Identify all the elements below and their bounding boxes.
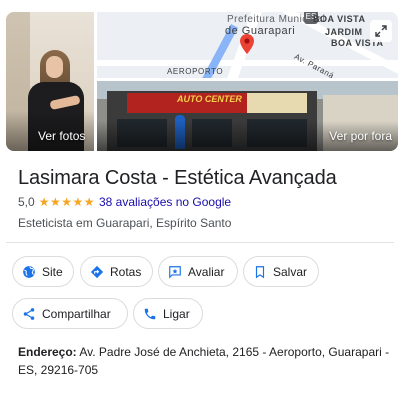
directions-button[interactable]: Rotas — [80, 256, 153, 287]
map-label: de Guarapari — [225, 25, 296, 37]
street-view-link[interactable]: Ver por fora — [329, 129, 392, 143]
reviews-link[interactable]: 38 avaliações no Google — [99, 194, 231, 210]
rating-row: 5,0 ★★★★★ 38 avaliações no Google — [18, 194, 231, 210]
storefront-banner — [247, 93, 307, 113]
divider — [6, 242, 394, 243]
website-button[interactable]: Site — [12, 256, 74, 287]
review-icon — [169, 265, 181, 279]
view-photos-link[interactable]: Ver fotos — [38, 129, 85, 143]
map-label: JARDIM — [325, 27, 363, 37]
bookmark-icon — [255, 265, 265, 278]
business-photo[interactable]: Ver fotos — [6, 12, 94, 151]
share-button-label: Compartilhar — [42, 306, 111, 321]
map-thumbnail[interactable]: Prefeitura Municipal de Guarapari ES BOA… — [97, 12, 398, 78]
call-button-label: Ligar — [163, 306, 190, 321]
phone-icon — [144, 308, 156, 319]
map-district-label: AEROPORTO — [167, 67, 224, 76]
directions-button-label: Rotas — [110, 264, 142, 279]
business-name: Lasimara Costa - Estética Avançada — [18, 167, 337, 189]
map-road — [97, 60, 398, 66]
website-button-label: Site — [42, 264, 63, 279]
map-pin-icon — [240, 34, 254, 59]
rating-stars-icon: ★★★★★ — [38, 195, 95, 209]
business-category: Esteticista em Guarapari, Espírito Santo — [18, 216, 232, 230]
call-button[interactable]: Ligar — [133, 298, 203, 329]
review-button[interactable]: Avaliar — [158, 256, 238, 287]
directions-icon — [90, 265, 104, 278]
storefront-sign-text: AUTO CENTER — [177, 94, 242, 104]
globe-icon — [23, 265, 35, 278]
photo-gallery: Ver fotos Prefeitura Municipal de Guarap… — [6, 12, 398, 151]
share-icon — [23, 307, 35, 320]
save-button[interactable]: Salvar — [243, 256, 319, 287]
photo-person-face — [46, 56, 63, 78]
map-label: BOA VISTA — [313, 14, 366, 24]
expand-icon[interactable] — [370, 20, 392, 42]
address-label: Endereço: — [18, 345, 77, 359]
street-view-photo[interactable]: AUTO CENTER Ver por fora — [97, 81, 398, 151]
share-button[interactable]: Compartilhar — [12, 298, 128, 329]
address-block: Endereço: Av. Padre José de Anchieta, 21… — [18, 343, 390, 379]
rating-value: 5,0 — [18, 195, 35, 209]
review-button-label: Avaliar — [188, 264, 225, 279]
save-button-label: Salvar — [273, 264, 308, 279]
